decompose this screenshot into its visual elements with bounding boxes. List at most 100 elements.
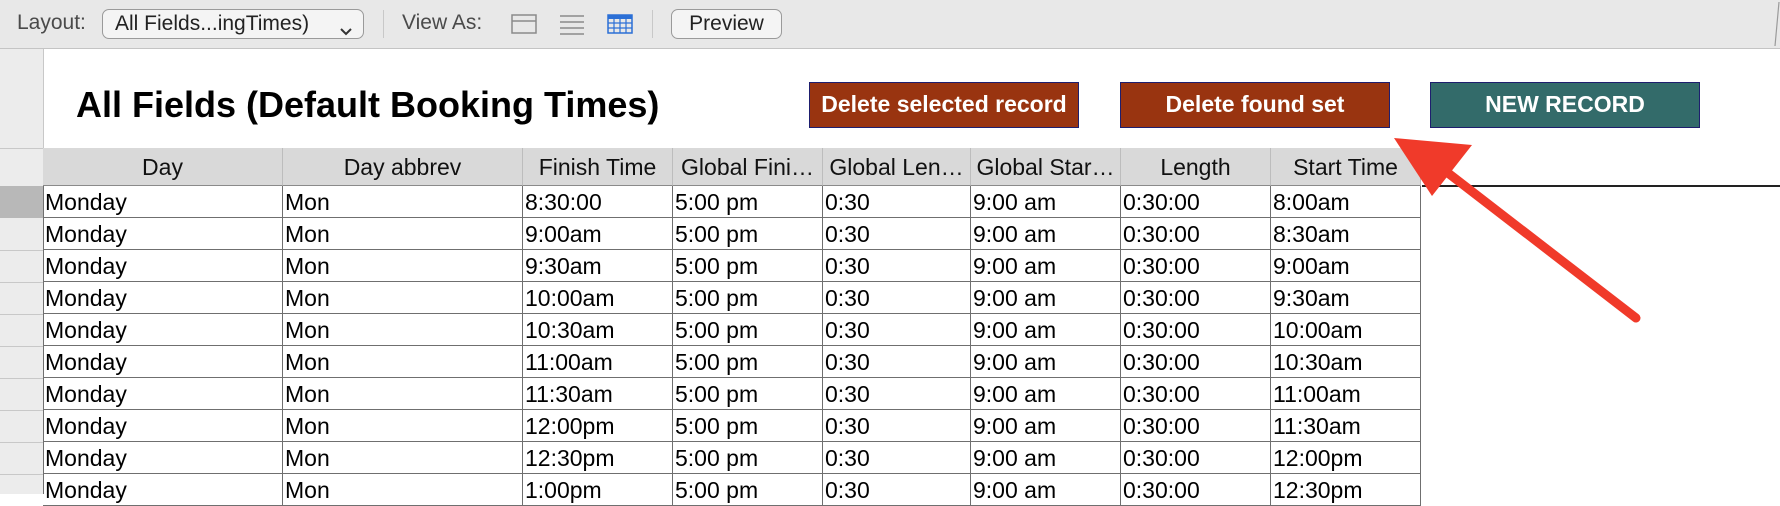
cell-global-length[interactable]: 0:30 xyxy=(823,378,971,410)
cell-length[interactable]: 0:30:00 xyxy=(1121,250,1271,282)
cell-finish-time[interactable]: 12:30pm xyxy=(523,442,673,474)
cell-finish-time[interactable]: 1:00pm xyxy=(523,474,673,506)
cell-global-finish[interactable]: 5:00 pm xyxy=(673,346,823,378)
cell-day[interactable]: Monday xyxy=(43,378,283,410)
layout-select[interactable]: All Fields...ingTimes) xyxy=(102,9,364,39)
cell-start-time[interactable]: 8:00am xyxy=(1271,186,1421,218)
column-header-finish-time[interactable]: Finish Time xyxy=(523,148,673,186)
cell-global-start[interactable]: 9:00 am xyxy=(971,346,1121,378)
cell-start-time[interactable]: 9:00am xyxy=(1271,250,1421,282)
cell-start-time[interactable]: 11:30am xyxy=(1271,410,1421,442)
cell-global-start[interactable]: 9:00 am xyxy=(971,474,1121,506)
cell-start-time[interactable]: 10:30am xyxy=(1271,346,1421,378)
table-row[interactable]: Monday Mon 11:00am 5:00 pm 0:30 9:00 am 0:30:0… xyxy=(43,346,1423,378)
table-row[interactable]: Monday Mon 11:30am 5:00 pm 0:30 9:00 am 0:30:0… xyxy=(43,378,1423,410)
cell-finish-time[interactable]: 8:30:00 xyxy=(523,186,673,218)
preview-button[interactable]: Preview xyxy=(671,9,782,39)
cell-day-abbrev[interactable]: Mon xyxy=(283,474,523,506)
table-row[interactable]: Monday Mon 9:30am 5:00 pm 0:30 9:00 am 0:30:00… xyxy=(43,250,1423,282)
cell-global-start[interactable]: 9:00 am xyxy=(971,442,1121,474)
table-row[interactable]: Monday Mon 8:30:00 5:00 pm 0:30 9:00 am 0:30:0… xyxy=(43,186,1423,218)
cell-global-finish[interactable]: 5:00 pm xyxy=(673,282,823,314)
cell-global-length[interactable]: 0:30 xyxy=(823,410,971,442)
table-row[interactable]: Monday Mon 12:00pm 5:00 pm 0:30 9:00 am 0:30:0… xyxy=(43,410,1423,442)
table-view-icon[interactable] xyxy=(607,13,633,40)
cell-finish-time[interactable]: 9:30am xyxy=(523,250,673,282)
column-header-global-finish[interactable]: Global Fini… xyxy=(673,148,823,186)
cell-finish-time[interactable]: 11:30am xyxy=(523,378,673,410)
cell-start-time[interactable]: 8:30am xyxy=(1271,218,1421,250)
cell-global-finish[interactable]: 5:00 pm xyxy=(673,218,823,250)
cell-day-abbrev[interactable]: Mon xyxy=(283,314,523,346)
table-row[interactable]: Monday Mon 9:00am 5:00 pm 0:30 9:00 am 0:30:00… xyxy=(43,218,1423,250)
cell-global-finish[interactable]: 5:00 pm xyxy=(673,474,823,506)
cell-day-abbrev[interactable]: Mon xyxy=(283,378,523,410)
cell-global-length[interactable]: 0:30 xyxy=(823,218,971,250)
delete-found-set-button[interactable]: Delete found set xyxy=(1120,82,1390,128)
table-row[interactable]: Monday Mon 10:00am 5:00 pm 0:30 9:00 am 0:30:0… xyxy=(43,282,1423,314)
cell-day-abbrev[interactable]: Mon xyxy=(283,186,523,218)
cell-length[interactable]: 0:30:00 xyxy=(1121,410,1271,442)
cell-global-length[interactable]: 0:30 xyxy=(823,474,971,506)
cell-global-start[interactable]: 9:00 am xyxy=(971,378,1121,410)
cell-start-time[interactable]: 12:30pm xyxy=(1271,474,1421,506)
cell-day-abbrev[interactable]: Mon xyxy=(283,282,523,314)
cell-start-time[interactable]: 11:00am xyxy=(1271,378,1421,410)
cell-global-start[interactable]: 9:00 am xyxy=(971,410,1121,442)
cell-length[interactable]: 0:30:00 xyxy=(1121,186,1271,218)
cell-day[interactable]: Monday xyxy=(43,250,283,282)
column-header-global-start[interactable]: Global Star… xyxy=(971,148,1121,186)
cell-global-start[interactable]: 9:00 am xyxy=(971,282,1121,314)
cell-day-abbrev[interactable]: Mon xyxy=(283,218,523,250)
cell-global-start[interactable]: 9:00 am xyxy=(971,218,1121,250)
cell-day-abbrev[interactable]: Mon xyxy=(283,442,523,474)
cell-day[interactable]: Monday xyxy=(43,314,283,346)
cell-start-time[interactable]: 10:00am xyxy=(1271,314,1421,346)
cell-global-length[interactable]: 0:30 xyxy=(823,346,971,378)
cell-length[interactable]: 0:30:00 xyxy=(1121,442,1271,474)
cell-global-length[interactable]: 0:30 xyxy=(823,442,971,474)
table-row[interactable]: Monday Mon 10:30am 5:00 pm 0:30 9:00 am 0:30:0… xyxy=(43,314,1423,346)
cell-global-finish[interactable]: 5:00 pm xyxy=(673,186,823,218)
cell-length[interactable]: 0:30:00 xyxy=(1121,378,1271,410)
cell-day-abbrev[interactable]: Mon xyxy=(283,250,523,282)
cell-global-finish[interactable]: 5:00 pm xyxy=(673,410,823,442)
cell-day[interactable]: Monday xyxy=(43,218,283,250)
cell-day-abbrev[interactable]: Mon xyxy=(283,410,523,442)
cell-length[interactable]: 0:30:00 xyxy=(1121,314,1271,346)
cell-start-time[interactable]: 9:30am xyxy=(1271,282,1421,314)
cell-day[interactable]: Monday xyxy=(43,186,283,218)
cell-global-length[interactable]: 0:30 xyxy=(823,314,971,346)
cell-finish-time[interactable]: 9:00am xyxy=(523,218,673,250)
cell-global-finish[interactable]: 5:00 pm xyxy=(673,442,823,474)
cell-finish-time[interactable]: 10:00am xyxy=(523,282,673,314)
cell-finish-time[interactable]: 12:00pm xyxy=(523,410,673,442)
delete-selected-record-button[interactable]: Delete selected record xyxy=(809,82,1079,128)
column-header-day-abbrev[interactable]: Day abbrev xyxy=(283,148,523,186)
cell-finish-time[interactable]: 11:00am xyxy=(523,346,673,378)
table-row[interactable]: Monday Mon 1:00pm 5:00 pm 0:30 9:00 am 0:30:00… xyxy=(43,474,1423,506)
form-view-icon[interactable] xyxy=(511,13,537,40)
cell-global-start[interactable]: 9:00 am xyxy=(971,314,1121,346)
cell-global-start[interactable]: 9:00 am xyxy=(971,250,1121,282)
cell-day-abbrev[interactable]: Mon xyxy=(283,346,523,378)
cell-day[interactable]: Monday xyxy=(43,474,283,506)
cell-global-finish[interactable]: 5:00 pm xyxy=(673,314,823,346)
cell-global-length[interactable]: 0:30 xyxy=(823,250,971,282)
table-row[interactable]: Monday Mon 12:30pm 5:00 pm 0:30 9:00 am 0:30:0… xyxy=(43,442,1423,474)
cell-length[interactable]: 0:30:00 xyxy=(1121,346,1271,378)
column-header-length[interactable]: Length xyxy=(1121,148,1271,186)
cell-length[interactable]: 0:30:00 xyxy=(1121,282,1271,314)
list-view-icon[interactable] xyxy=(559,13,585,40)
column-header-start-time[interactable]: Start Time xyxy=(1271,148,1421,186)
cell-day[interactable]: Monday xyxy=(43,410,283,442)
cell-global-length[interactable]: 0:30 xyxy=(823,282,971,314)
cell-global-length[interactable]: 0:30 xyxy=(823,186,971,218)
cell-length[interactable]: 0:30:00 xyxy=(1121,474,1271,506)
cell-day[interactable]: Monday xyxy=(43,442,283,474)
cell-day[interactable]: Monday xyxy=(43,346,283,378)
cell-length[interactable]: 0:30:00 xyxy=(1121,218,1271,250)
new-record-button[interactable]: NEW RECORD xyxy=(1430,82,1700,128)
cell-global-finish[interactable]: 5:00 pm xyxy=(673,250,823,282)
column-header-global-length[interactable]: Global Len… xyxy=(823,148,971,186)
